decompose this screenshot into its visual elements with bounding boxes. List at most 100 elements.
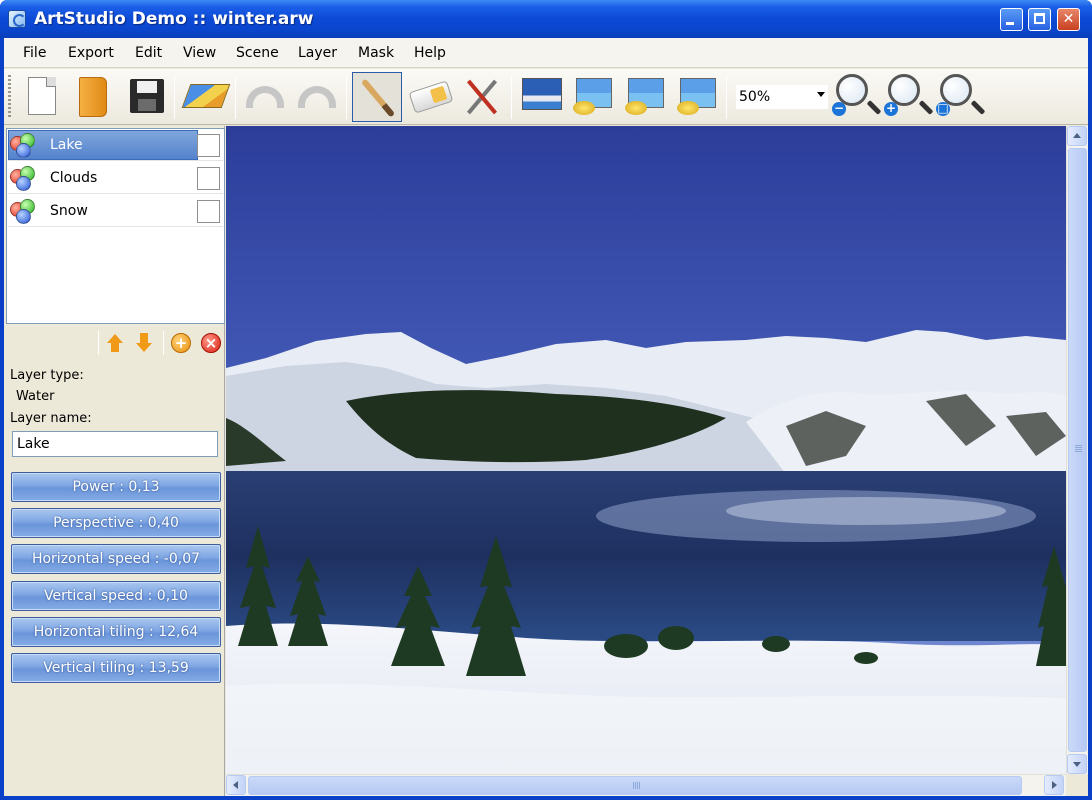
menu-edit[interactable]: Edit bbox=[135, 45, 162, 61]
scrollbar-corner bbox=[1066, 774, 1088, 796]
layers-button[interactable] bbox=[180, 72, 231, 122]
save-button[interactable] bbox=[120, 72, 170, 122]
horizontal-scroll-thumb[interactable] bbox=[248, 776, 1022, 795]
redo-button[interactable] bbox=[292, 72, 342, 122]
picture-paint-icon bbox=[625, 78, 664, 115]
tools-button[interactable] bbox=[457, 72, 507, 122]
power-button[interactable]: Power : 0,13 bbox=[11, 472, 221, 502]
arrow-up-icon bbox=[1073, 133, 1081, 138]
zoom-out-button[interactable]: − bbox=[832, 72, 882, 122]
eraser-tool-button[interactable] bbox=[405, 72, 455, 122]
vertical-speed-button[interactable]: Vertical speed : 0,10 bbox=[11, 581, 221, 611]
vertical-tiling-button[interactable]: Vertical tiling : 13,59 bbox=[11, 653, 221, 683]
picture-edit-button[interactable] bbox=[568, 72, 618, 122]
undo-icon bbox=[246, 86, 284, 108]
picture-fill-button[interactable] bbox=[672, 72, 722, 122]
layer-label: Clouds bbox=[50, 170, 98, 186]
layer-row-snow[interactable]: Snow bbox=[8, 196, 223, 227]
undo-button[interactable] bbox=[240, 72, 290, 122]
arrow-up-icon bbox=[107, 334, 123, 352]
ice-reflection bbox=[726, 497, 1006, 525]
canvas-view[interactable] bbox=[226, 126, 1066, 774]
move-layer-down-button[interactable] bbox=[133, 333, 153, 353]
snow-foreground bbox=[226, 683, 1066, 774]
grip-icon bbox=[1075, 445, 1082, 453]
zoom-out-sign: − bbox=[832, 101, 846, 116]
zoom-select[interactable]: 50% bbox=[736, 85, 828, 109]
picture-paint-button[interactable] bbox=[620, 72, 670, 122]
redo-icon bbox=[298, 86, 336, 108]
layer-row-clouds[interactable]: Clouds bbox=[8, 163, 223, 194]
layer-list: Lake Clouds Snow bbox=[6, 128, 225, 324]
toolbar-separator bbox=[346, 75, 347, 119]
close-button[interactable]: ✕ bbox=[1057, 8, 1080, 31]
maximize-button[interactable] bbox=[1028, 8, 1051, 31]
toolbar-separator bbox=[726, 75, 727, 119]
title-bar[interactable]: ArtStudio Demo :: winter.arw ✕ bbox=[0, 0, 1092, 38]
layer-label: Lake bbox=[50, 137, 83, 153]
layer-tools-separator bbox=[163, 331, 164, 355]
grip-icon bbox=[633, 782, 641, 789]
add-icon: + bbox=[171, 333, 191, 353]
zoom-in-sign: + bbox=[884, 101, 898, 116]
app-window: ArtStudio Demo :: winter.arw ✕ File Expo… bbox=[0, 0, 1092, 800]
layer-row-lake[interactable]: Lake bbox=[8, 130, 223, 161]
layer-visibility-checkbox[interactable] bbox=[197, 200, 220, 223]
layer-visibility-checkbox[interactable] bbox=[197, 167, 220, 190]
delete-layer-button[interactable]: × bbox=[201, 333, 221, 353]
layer-visibility-checkbox[interactable] bbox=[197, 134, 220, 157]
move-layer-up-button[interactable] bbox=[104, 333, 124, 353]
open-file-button[interactable] bbox=[68, 72, 118, 122]
tools-icon bbox=[466, 79, 498, 115]
brush-icon bbox=[360, 78, 396, 118]
toolbar-separator bbox=[235, 75, 236, 119]
layer-type-label: Layer type: bbox=[10, 368, 84, 383]
menu-export[interactable]: Export bbox=[68, 45, 114, 61]
toolbar-separator bbox=[174, 75, 175, 119]
perspective-button[interactable]: Perspective : 0,40 bbox=[11, 508, 221, 538]
picture-button[interactable] bbox=[516, 72, 566, 122]
menu-help[interactable]: Help bbox=[414, 45, 446, 61]
minimize-icon bbox=[1006, 22, 1014, 25]
arrow-down-icon bbox=[1073, 762, 1081, 767]
scroll-down-button[interactable] bbox=[1067, 754, 1087, 774]
scroll-up-button[interactable] bbox=[1067, 126, 1087, 146]
eraser-icon bbox=[408, 80, 454, 114]
layer-name-label: Layer name: bbox=[10, 411, 92, 426]
arrow-down-icon bbox=[136, 333, 152, 352]
vertical-scrollbar[interactable] bbox=[1066, 126, 1088, 774]
minimize-button[interactable] bbox=[1000, 8, 1023, 31]
canvas-image[interactable] bbox=[226, 126, 1066, 774]
window-title: ArtStudio Demo :: winter.arw bbox=[34, 9, 314, 29]
add-layer-button[interactable]: + bbox=[171, 333, 191, 353]
horizontal-tiling-button[interactable]: Horizontal tiling : 12,64 bbox=[11, 617, 221, 647]
layer-tools: + × bbox=[6, 326, 225, 360]
horizontal-speed-button[interactable]: Horizontal speed : -0,07 bbox=[11, 544, 221, 574]
vertical-scroll-thumb[interactable] bbox=[1068, 148, 1087, 752]
brush-tool-button[interactable] bbox=[352, 72, 402, 122]
client-area: File Export Edit View Scene Layer Mask H… bbox=[4, 38, 1088, 796]
menu-mask[interactable]: Mask bbox=[358, 45, 394, 61]
picture-icon bbox=[522, 78, 562, 110]
scroll-right-button[interactable] bbox=[1044, 775, 1064, 795]
delete-icon: × bbox=[201, 333, 221, 353]
picture-edit-icon bbox=[573, 78, 612, 115]
menu-file[interactable]: File bbox=[23, 45, 46, 61]
layer-name-input[interactable] bbox=[12, 431, 218, 457]
toolbar-grip[interactable] bbox=[8, 75, 11, 119]
app-icon[interactable] bbox=[8, 10, 26, 28]
menu-layer[interactable]: Layer bbox=[298, 45, 337, 61]
scroll-left-button[interactable] bbox=[226, 775, 246, 795]
menu-scene[interactable]: Scene bbox=[236, 45, 279, 61]
chevron-down-icon bbox=[817, 92, 825, 97]
menu-view[interactable]: View bbox=[183, 45, 216, 61]
zoom-value: 50% bbox=[739, 89, 771, 105]
arrow-left-icon bbox=[233, 781, 238, 789]
zoom-reset-sign: □ bbox=[936, 101, 950, 116]
zoom-reset-button[interactable]: □ bbox=[936, 72, 986, 122]
toolbar: 50% − + □ bbox=[4, 69, 1088, 125]
horizontal-scrollbar[interactable] bbox=[226, 774, 1066, 796]
layer-type-value: Water bbox=[16, 389, 55, 404]
zoom-in-button[interactable]: + bbox=[884, 72, 934, 122]
new-file-button[interactable] bbox=[16, 72, 66, 122]
